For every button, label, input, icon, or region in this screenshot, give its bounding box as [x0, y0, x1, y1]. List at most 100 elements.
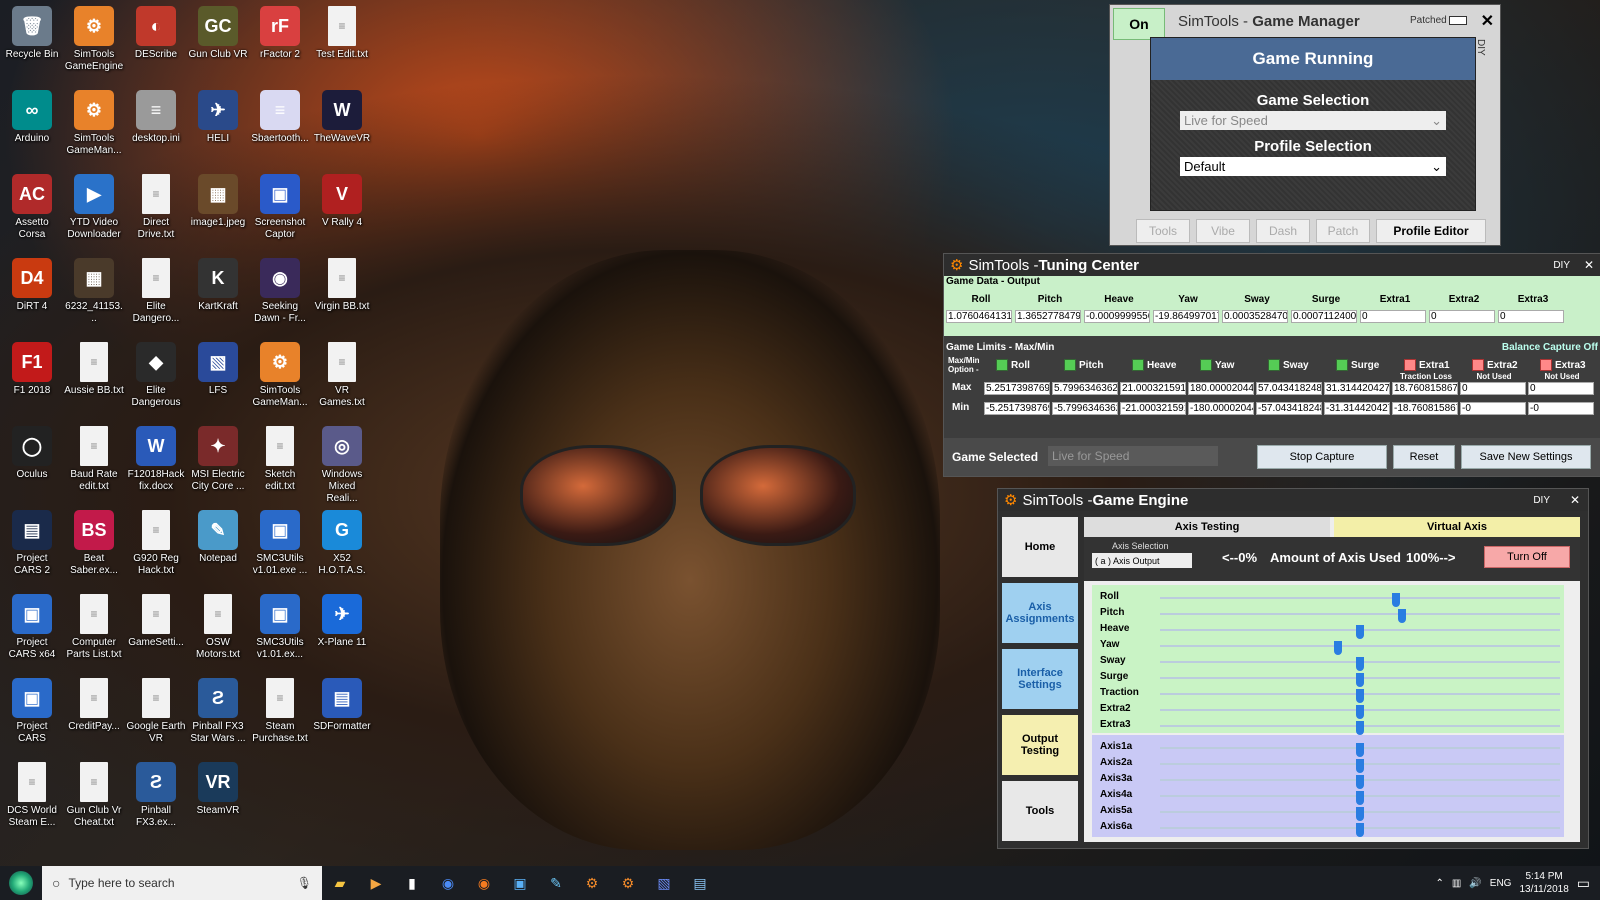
desktop-icon[interactable]: ≡ Sbaertooth... [250, 88, 310, 145]
language-indicator[interactable]: ENG [1490, 878, 1512, 889]
stop-capture-button[interactable]: Stop Capture [1257, 445, 1387, 469]
min-value[interactable]: -21.000321591 [1120, 402, 1186, 415]
nav-axis-assignments[interactable]: Axis Assignments [1002, 583, 1078, 643]
axis-slider-handle[interactable] [1392, 593, 1400, 607]
desktop-icon[interactable]: ≡ Baud Rate edit.txt [64, 424, 124, 493]
profile-selection-dropdown[interactable]: Default ⌄ [1180, 157, 1446, 176]
chrome-icon[interactable]: ◉ [430, 866, 466, 900]
max-value[interactable]: 0 [1528, 382, 1594, 395]
desktop-icon[interactable]: GC Gun Club VR [188, 4, 248, 61]
limit-checkbox[interactable]: Yaw [1200, 359, 1234, 371]
max-value[interactable]: 180.00002044 [1188, 382, 1254, 395]
axis-slider-track[interactable] [1160, 593, 1560, 607]
desktop-icon[interactable]: ◎ Windows Mixed Reali... [312, 424, 372, 505]
desktop-icon[interactable]: ▧ LFS [188, 340, 248, 397]
max-value[interactable]: 5.2517398769 [984, 382, 1050, 395]
tab-axis-testing[interactable]: Axis Testing [1084, 517, 1330, 537]
notepad-icon[interactable]: ✎ [538, 866, 574, 900]
axis-slider-handle[interactable] [1334, 641, 1342, 655]
axis-slider-track[interactable] [1160, 791, 1560, 805]
nav-output-testing[interactable]: Output Testing [1002, 715, 1078, 775]
desktop-icon[interactable]: ∞ Arduino [2, 88, 62, 145]
min-value[interactable]: -5.2517398769 [984, 402, 1050, 415]
desktop-icon[interactable]: ≡ VR Games.txt [312, 340, 372, 409]
desktop-icon[interactable]: D4 DiRT 4 [2, 256, 62, 313]
close-icon[interactable]: ✕ [1584, 258, 1594, 272]
limit-checkbox[interactable]: Extra3 [1540, 359, 1586, 371]
desktop-icon[interactable]: ≡ Gun Club Vr Cheat.txt [64, 760, 124, 829]
tab-vibe[interactable]: Vibe [1196, 219, 1250, 243]
desktop-icon[interactable]: ≡ Computer Parts List.txt [64, 592, 124, 661]
desktop-icon[interactable]: ▣ SMC3Utils v1.01.ex... [250, 592, 310, 661]
desktop-icon[interactable]: ≡ Direct Drive.txt [126, 172, 186, 241]
desktop-icon[interactable]: ▣ SMC3Utils v1.01.exe ... [250, 508, 310, 577]
axis-slider-handle[interactable] [1356, 775, 1364, 789]
min-value[interactable]: -0 [1528, 402, 1594, 415]
desktop-icon[interactable]: BS Beat Saber.ex... [64, 508, 124, 577]
desktop-icon[interactable]: ✈ HELI [188, 88, 248, 145]
axis-slider-handle[interactable] [1356, 705, 1364, 719]
tab-virtual-axis[interactable]: Virtual Axis [1334, 517, 1580, 537]
axis-slider-handle[interactable] [1356, 625, 1364, 639]
axis-slider-track[interactable] [1160, 609, 1560, 623]
simtools-icon[interactable]: ⚙ [610, 866, 646, 900]
desktop-icon[interactable]: ≡ CreditPay... [64, 676, 124, 733]
desktop-icon[interactable]: ⚙ SimTools GameMan... [250, 340, 310, 409]
network-icon[interactable]: ▥ [1452, 878, 1461, 889]
nav-home[interactable]: Home [1002, 517, 1078, 577]
turn-off-button[interactable]: Turn Off [1484, 546, 1570, 568]
desktop-icon[interactable]: AC Assetto Corsa [2, 172, 62, 241]
desktop-icon[interactable]: ▦ 6232_41153... [64, 256, 124, 325]
chevron-up-icon[interactable]: ⌃ [1435, 878, 1443, 889]
axis-slider-track[interactable] [1160, 625, 1560, 639]
patched-toggle[interactable] [1449, 15, 1468, 25]
desktop-icon[interactable]: F1 F1 2018 [2, 340, 62, 397]
max-value[interactable]: 0 [1460, 382, 1526, 395]
desktop-icon[interactable]: ≡ G920 Reg Hack.txt [126, 508, 186, 577]
axis-slider-track[interactable] [1160, 673, 1560, 687]
axis-slider-handle[interactable] [1356, 823, 1364, 837]
axis-slider-track[interactable] [1160, 743, 1560, 757]
notifications-icon[interactable]: ▭ [1577, 875, 1590, 892]
axis-slider-track[interactable] [1160, 657, 1560, 671]
axis-slider-track[interactable] [1160, 689, 1560, 703]
axis-slider-handle[interactable] [1356, 689, 1364, 703]
axis-slider-handle[interactable] [1356, 807, 1364, 821]
desktop-icon[interactable]: ▣ Project CARS x64 [2, 592, 62, 661]
min-value[interactable]: -0 [1460, 402, 1526, 415]
desktop-icon[interactable]: ≡ DCS World Steam E... [2, 760, 62, 829]
desktop-icon[interactable]: ◆ Elite Dangerous [126, 340, 186, 409]
desktop-icon[interactable]: ✈ X-Plane 11 [312, 592, 372, 649]
firefox-icon[interactable]: ◉ [466, 866, 502, 900]
desktop-icon[interactable]: W F12018Hack fix.docx [126, 424, 186, 493]
desktop-icon[interactable]: Ƨ Pinball FX3.ex... [126, 760, 186, 829]
axis-selection-dropdown[interactable]: ( a ) Axis Output [1092, 553, 1192, 568]
lfs-icon[interactable]: ▧ [646, 866, 682, 900]
desktop-icon[interactable]: VR SteamVR [188, 760, 248, 817]
limit-checkbox[interactable]: Surge [1336, 359, 1379, 371]
close-button[interactable]: ✕ [1481, 11, 1494, 31]
min-value[interactable]: -18.760815867 [1392, 402, 1458, 415]
desktop-icon[interactable]: ◉ Seeking Dawn - Fr... [250, 256, 310, 325]
min-value[interactable]: -180.00002044 [1188, 402, 1254, 415]
desktop-icon[interactable]: ⚙ SimTools GameMan... [64, 88, 124, 157]
limit-checkbox[interactable]: Sway [1268, 359, 1309, 371]
axis-slider-track[interactable] [1160, 721, 1560, 735]
clock[interactable]: 5:14 PM 13/11/2018 [1519, 870, 1568, 896]
tab-profile-editor[interactable]: Profile Editor [1376, 219, 1486, 243]
axis-slider-handle[interactable] [1356, 743, 1364, 757]
max-value[interactable]: 57.043418248 [1256, 382, 1322, 395]
start-button[interactable] [0, 866, 42, 900]
axis-slider-track[interactable] [1160, 775, 1560, 789]
desktop-icon[interactable]: ✦ MSI Electric City Core ... [188, 424, 248, 493]
limit-checkbox[interactable]: Roll [996, 359, 1030, 371]
axis-slider-handle[interactable] [1356, 673, 1364, 687]
app-icon[interactable]: ▮ [394, 866, 430, 900]
axis-slider-handle[interactable] [1356, 791, 1364, 805]
axis-slider-track[interactable] [1160, 823, 1560, 837]
volume-icon[interactable]: 🔊 [1469, 878, 1481, 889]
desktop-icon[interactable]: ▤ SDFormatter [312, 676, 372, 733]
desktop-icon[interactable]: ≡ desktop.ini [126, 88, 186, 145]
search-box[interactable]: ○ Type here to search 🎙 [42, 866, 322, 900]
desktop-icon[interactable]: G X52 H.O.T.A.S. [312, 508, 372, 577]
